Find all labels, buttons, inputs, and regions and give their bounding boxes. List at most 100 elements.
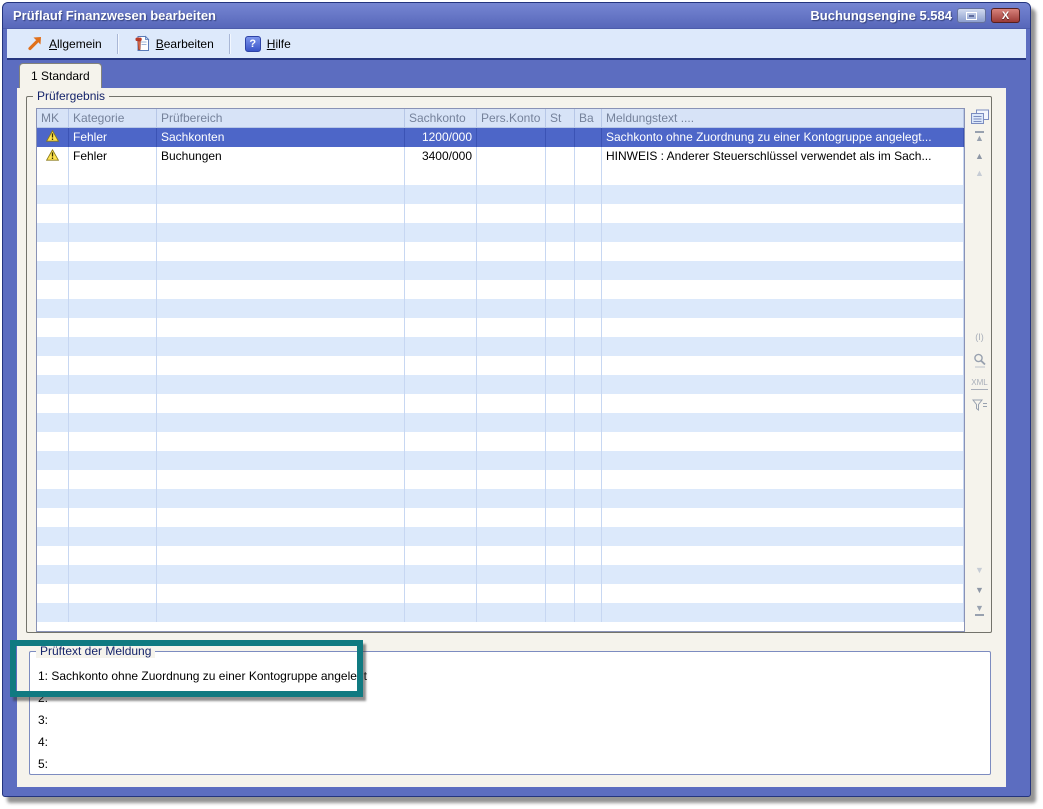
tab-standard[interactable]: 1 Standard [19, 63, 102, 88]
empty-cell [602, 318, 964, 337]
scroll-to-bottom-icon[interactable]: ▼ [967, 604, 992, 617]
titlebar-right: Buchungsengine 5.584 X [810, 8, 1020, 23]
empty-cell [602, 584, 964, 603]
empty-cell [37, 508, 69, 527]
column-header-2[interactable]: Prüfbereich [157, 109, 405, 128]
empty-cell [37, 280, 69, 299]
xml-export-icon[interactable]: XML [967, 378, 992, 390]
empty-row[interactable] [37, 261, 964, 280]
empty-row[interactable] [37, 508, 964, 527]
empty-cell [477, 489, 546, 508]
empty-row[interactable] [37, 413, 964, 432]
empty-cell [477, 470, 546, 489]
column-width-icon[interactable]: (I) [967, 332, 992, 342]
empty-cell [602, 204, 964, 223]
empty-row[interactable] [37, 546, 964, 565]
empty-cell [477, 413, 546, 432]
result-row-1[interactable]: FehlerSachkonten1200/000Sachkonto ohne Z… [37, 128, 964, 147]
empty-cell [405, 584, 477, 603]
empty-cell [602, 508, 964, 527]
warning-icon [46, 129, 59, 147]
empty-cell [37, 185, 69, 204]
empty-row[interactable] [37, 394, 964, 413]
toolbar-button-label: Allgemein [49, 37, 102, 51]
empty-cell [69, 242, 157, 261]
column-header-3[interactable]: Sachkonto [405, 109, 477, 128]
empty-cell [69, 584, 157, 603]
empty-row[interactable] [37, 432, 964, 451]
empty-cell [37, 204, 69, 223]
empty-cell [477, 432, 546, 451]
cell-pruefbereich: Sachkonten [157, 128, 405, 147]
empty-cell [69, 223, 157, 242]
column-header-6[interactable]: Ba [575, 109, 602, 128]
empty-cell [405, 413, 477, 432]
empty-cell [575, 527, 602, 546]
empty-cell [157, 337, 405, 356]
empty-row[interactable] [37, 584, 964, 603]
empty-cell [477, 451, 546, 470]
empty-row[interactable] [37, 451, 964, 470]
empty-cell [575, 394, 602, 413]
empty-cell [477, 337, 546, 356]
toolbar-button-hilfe[interactable]: ?Hilfe [237, 34, 299, 54]
page-down-icon[interactable]: ▼ [967, 566, 992, 575]
column-header-4[interactable]: Pers.Konto [477, 109, 546, 128]
empty-row[interactable] [37, 242, 964, 261]
empty-row[interactable] [37, 185, 964, 204]
empty-row[interactable] [37, 356, 964, 375]
empty-cell [602, 280, 964, 299]
page-up-icon[interactable]: ▲ [967, 169, 992, 178]
filter-icon[interactable] [967, 399, 992, 412]
empty-cell [405, 527, 477, 546]
empty-cell [69, 185, 157, 204]
empty-row[interactable] [37, 527, 964, 546]
empty-row[interactable] [37, 603, 964, 622]
empty-row[interactable] [37, 318, 964, 337]
empty-cell [575, 470, 602, 489]
toolbar-separator [229, 34, 230, 54]
empty-row[interactable] [37, 375, 964, 394]
empty-row[interactable] [37, 489, 964, 508]
empty-cell [546, 166, 575, 185]
move-down-icon[interactable]: ▼ [967, 586, 992, 595]
empty-cell [69, 204, 157, 223]
empty-row[interactable] [37, 470, 964, 489]
result-row-2[interactable]: FehlerBuchungen3400/000HINWEIS : Anderer… [37, 147, 964, 166]
toolbar-button-allgemein[interactable]: Allgemein [19, 34, 110, 53]
table-side-toolbar: ▲ ▲ ▲ (I) XML ▼ ▼ ▼ [967, 108, 992, 632]
cell-kategorie: Fehler [69, 128, 157, 147]
empty-row[interactable] [37, 223, 964, 242]
empty-row[interactable] [37, 280, 964, 299]
scroll-to-top-icon[interactable]: ▲ [967, 130, 992, 143]
columns-copy-icon[interactable] [967, 109, 992, 125]
empty-cell [157, 508, 405, 527]
empty-row[interactable] [37, 299, 964, 318]
search-icon[interactable] [967, 353, 992, 368]
empty-cell [575, 337, 602, 356]
empty-row[interactable] [37, 166, 964, 185]
empty-cell [405, 394, 477, 413]
toolbar-button-bearbeiten[interactable]: Bearbeiten [125, 33, 222, 54]
result-table[interactable]: MKKategoriePrüfbereichSachkontoPers.Kont… [36, 108, 965, 632]
empty-cell [157, 394, 405, 413]
column-header-1[interactable]: Kategorie [69, 109, 157, 128]
diagonal-arrow-icon [27, 36, 43, 51]
column-header-7[interactable]: Meldungstext .... [602, 109, 964, 128]
message-line-5: 5: [30, 753, 990, 774]
move-up-icon[interactable]: ▲ [967, 152, 992, 161]
column-header-5[interactable]: St [546, 109, 575, 128]
empty-cell [602, 337, 964, 356]
empty-cell [405, 565, 477, 584]
result-group-title: Prüfergebnis [33, 89, 109, 103]
empty-row[interactable] [37, 204, 964, 223]
restore-button[interactable] [957, 8, 986, 23]
close-button[interactable]: X [991, 8, 1020, 23]
empty-row[interactable] [37, 565, 964, 584]
title-bar[interactable]: Prüflauf Finanzwesen bearbeiten Buchungs… [3, 3, 1030, 29]
empty-cell [69, 489, 157, 508]
empty-row[interactable] [37, 337, 964, 356]
empty-cell [575, 204, 602, 223]
column-header-0[interactable]: MK [37, 109, 69, 128]
empty-cell [69, 318, 157, 337]
